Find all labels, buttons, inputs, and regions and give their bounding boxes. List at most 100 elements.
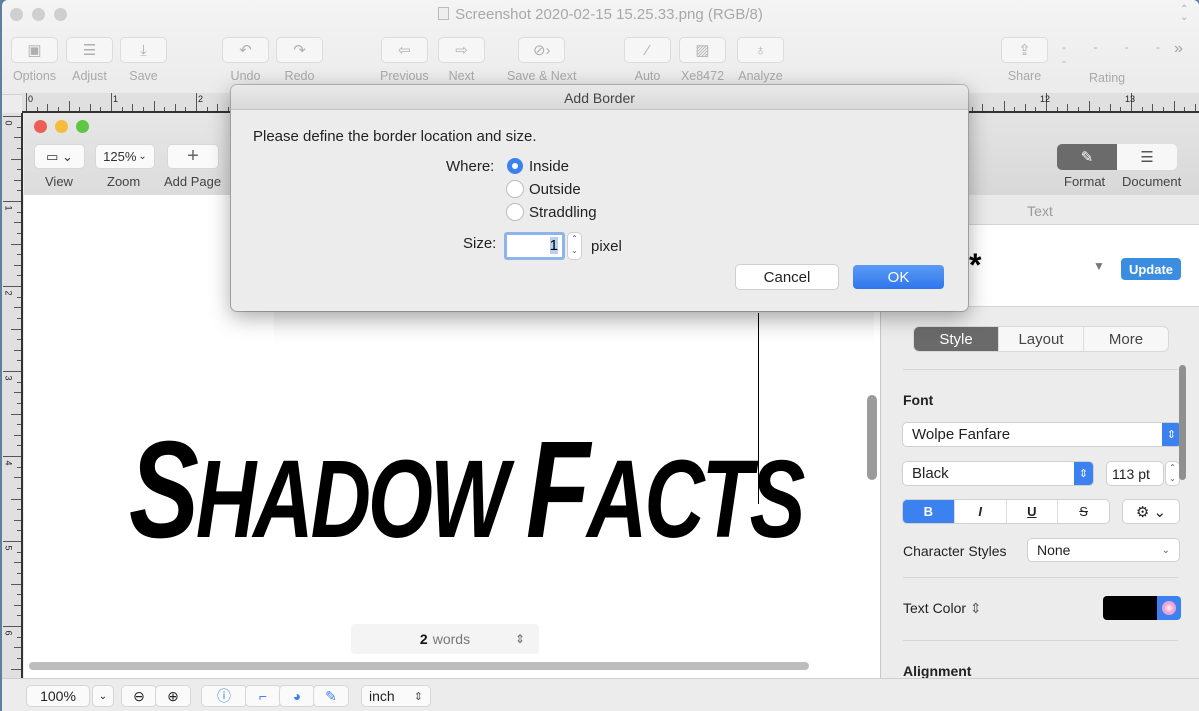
- option-outside-label[interactable]: Outside: [529, 181, 581, 198]
- zoom-field[interactable]: 100%: [27, 686, 89, 706]
- size-stepper[interactable]: ⌃ ⌄: [568, 233, 581, 259]
- update-button[interactable]: Update: [1121, 258, 1181, 280]
- character-styles-select[interactable]: None ⌄: [1028, 539, 1179, 561]
- paragraph-style-name[interactable]: *: [969, 247, 981, 284]
- cancel-button[interactable]: Cancel: [736, 265, 838, 289]
- tab-layout[interactable]: Layout: [999, 327, 1084, 351]
- ruler-tick: [1141, 107, 1143, 111]
- zoom-in-button[interactable]: ⊕: [156, 686, 190, 706]
- text-options-button[interactable]: ⚙ ⌄: [1123, 500, 1179, 523]
- headline-text[interactable]: SHADOW FACTS: [129, 421, 805, 559]
- undo-button[interactable]: ↶ Undo: [222, 37, 269, 83]
- ruler-label: 1: [113, 94, 119, 104]
- ruler-tick: [89, 104, 91, 111]
- ruler-tick: [3, 456, 21, 457]
- ruler-button[interactable]: ⌐: [246, 686, 280, 706]
- option-inside-label[interactable]: Inside: [529, 158, 569, 175]
- strikethrough-button[interactable]: S: [1058, 500, 1109, 523]
- font-weight-select[interactable]: Black ⇕: [903, 462, 1093, 485]
- previous-button[interactable]: ⇦ Previous: [380, 37, 429, 83]
- ruler-tick: [111, 93, 112, 111]
- tools-button[interactable]: ✎: [314, 686, 348, 706]
- doc-minimize-button[interactable]: [55, 120, 68, 133]
- text-color-well[interactable]: [1103, 596, 1181, 620]
- title-stepper-icon[interactable]: ⌃ ⌄: [1180, 5, 1188, 23]
- bold-button[interactable]: B: [903, 500, 955, 523]
- ruler-tick: [3, 541, 21, 542]
- format-tab[interactable]: ✎: [1057, 144, 1117, 170]
- ruler-tick: [14, 307, 21, 309]
- ruler-tick: [217, 104, 219, 111]
- zoom-in-icon: ⊕: [167, 687, 179, 704]
- radio-inside[interactable]: [507, 158, 523, 174]
- ruler-tick: [14, 222, 21, 224]
- sidebar-scrollbar[interactable]: [1179, 365, 1186, 480]
- adjust-button[interactable]: ☰ Adjust: [66, 37, 113, 83]
- ruler-tick: [1184, 107, 1186, 111]
- ruler-tick: [11, 328, 21, 330]
- vertical-ruler: 0 1 2 3 4 5 6: [2, 113, 23, 678]
- xe8472-button[interactable]: ▨ Xe8472: [679, 37, 726, 83]
- tab-more[interactable]: More: [1084, 327, 1168, 351]
- font-family-select[interactable]: Wolpe Fanfare ⇕: [903, 423, 1181, 446]
- redo-button[interactable]: ↷ Redo: [276, 37, 323, 83]
- horizontal-scrollbar[interactable]: [29, 662, 809, 670]
- ok-button[interactable]: OK: [853, 265, 944, 289]
- color-swatch[interactable]: [1103, 596, 1157, 620]
- ruler-tick: [1162, 107, 1164, 111]
- info-button[interactable]: ⓘ: [202, 686, 246, 706]
- view-button[interactable]: ▭ ⌄: [34, 144, 85, 169]
- ruler-label: 3: [3, 375, 14, 381]
- vertical-scrollbar[interactable]: [867, 395, 877, 480]
- toolbar-overflow-icon[interactable]: »: [1174, 40, 1183, 58]
- font-size-field[interactable]: 113 pt: [1107, 462, 1163, 485]
- chevron-down-icon: ⌄: [1161, 544, 1170, 556]
- document-tab[interactable]: ☰: [1117, 144, 1177, 170]
- save-next-button[interactable]: ⊘› Save & Next: [507, 37, 576, 83]
- ruler-tick: [1194, 104, 1196, 111]
- save-next-icon: ⊘›: [518, 37, 566, 63]
- ruler-label: 13: [1125, 94, 1136, 104]
- ruler-label: 2: [198, 94, 204, 104]
- underline-button[interactable]: U: [1007, 500, 1059, 523]
- ruler-tick: [1035, 107, 1037, 111]
- word-count[interactable]: 2 words ⇕: [351, 624, 539, 654]
- ruler-tick: [17, 445, 21, 447]
- color-wheel-icon: ◕: [292, 688, 302, 704]
- word-count-stepper-icon: ⇕: [514, 632, 525, 646]
- ruler-tick: [1014, 107, 1016, 111]
- share-button[interactable]: ⇪ Share: [1001, 37, 1048, 83]
- size-input[interactable]: 1: [504, 232, 565, 260]
- radio-outside[interactable]: [507, 181, 523, 197]
- add-page-button[interactable]: +: [167, 144, 219, 169]
- doc-close-button[interactable]: [34, 120, 47, 133]
- ruler-tick: [982, 104, 984, 111]
- auto-button[interactable]: ⁄ Auto: [624, 37, 671, 83]
- disclosure-triangle-icon[interactable]: ▼: [1093, 259, 1105, 273]
- italic-button[interactable]: I: [955, 500, 1007, 523]
- ruler-tick: [14, 137, 21, 139]
- zoom-dropdown[interactable]: ⌄: [93, 686, 113, 706]
- ruler-tick: [14, 434, 21, 436]
- doc-zoom-button[interactable]: [76, 120, 89, 133]
- zoom-select[interactable]: 125% ⌄: [95, 144, 155, 169]
- options-button[interactable]: ▣ Options: [11, 37, 58, 83]
- zoom-out-button[interactable]: ⊖: [122, 686, 156, 706]
- analyze-button[interactable]: ♁ Analyze: [737, 37, 784, 83]
- ruler-tick: [196, 93, 197, 111]
- tab-style[interactable]: Style: [914, 327, 999, 351]
- font-size-stepper[interactable]: ⌃ ⌄: [1166, 462, 1179, 485]
- ruler-tick: [17, 424, 21, 426]
- ruler-tick: [14, 562, 21, 564]
- unit-select[interactable]: inch ⇕: [362, 686, 430, 706]
- radio-straddling[interactable]: [507, 204, 523, 220]
- option-straddling-label[interactable]: Straddling: [529, 204, 597, 221]
- save-button[interactable]: ⤓ Save: [120, 37, 167, 83]
- next-button[interactable]: ⇨ Next: [438, 37, 485, 83]
- ruler-tick: [14, 349, 21, 351]
- inspector-toggle: ✎ ☰: [1057, 144, 1177, 170]
- color-wheel-icon[interactable]: [1157, 596, 1181, 620]
- ruler-tick: [3, 371, 21, 372]
- options-icon: ▣: [11, 37, 58, 63]
- color-button[interactable]: ◕: [280, 686, 314, 706]
